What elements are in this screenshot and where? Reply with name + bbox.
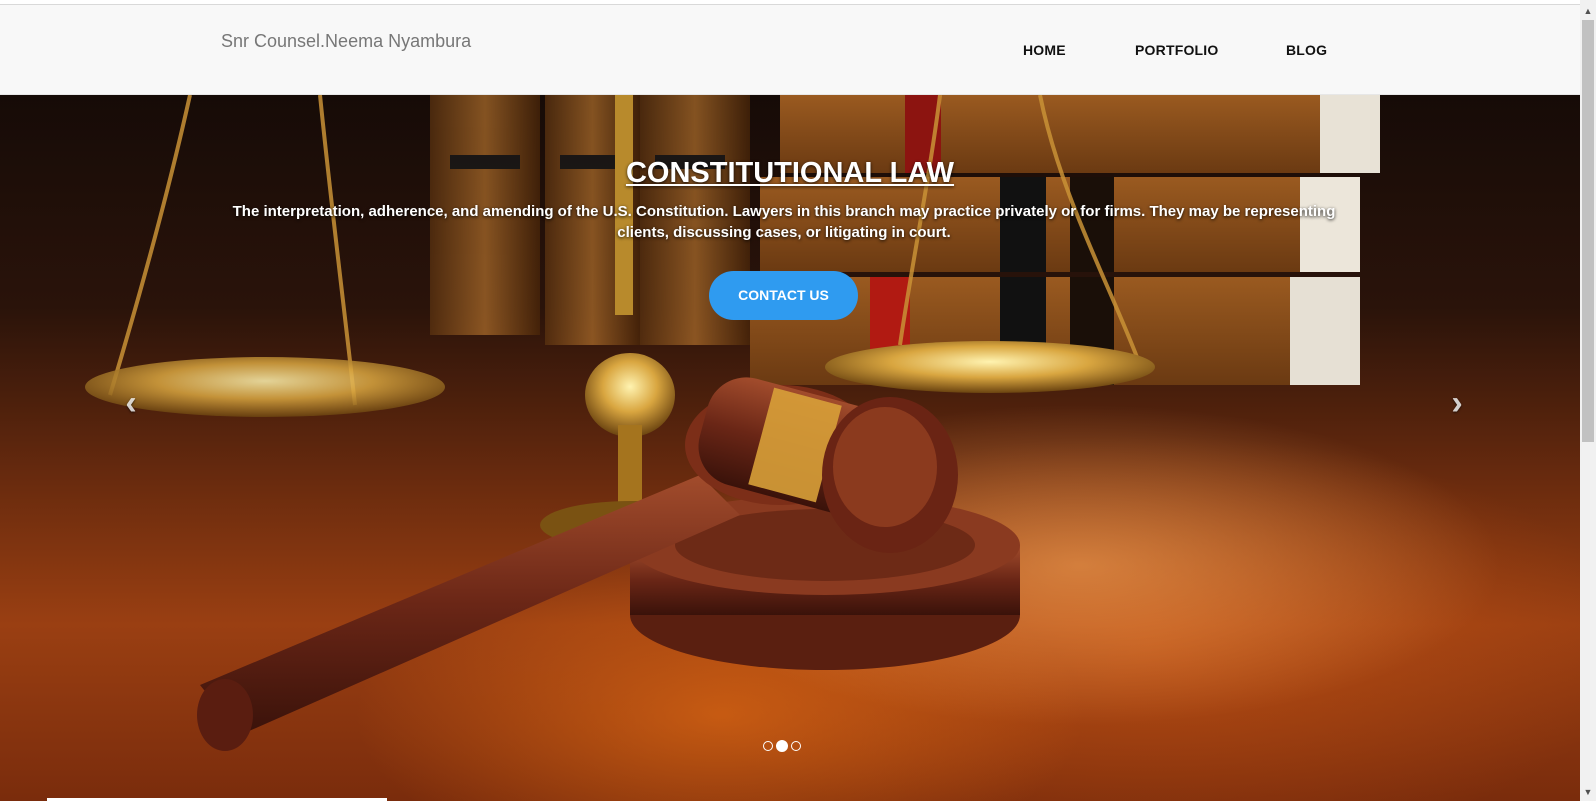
chevron-left-icon: ‹ [125, 384, 137, 422]
nav-home-link[interactable]: HOME [1023, 42, 1066, 58]
hero-carousel: CONSTITUTIONAL LAW The interpretation, a… [0, 95, 1580, 801]
vertical-scrollbar[interactable]: ▲ ▼ [1580, 0, 1596, 801]
carousel-indicator-1[interactable] [763, 741, 773, 751]
carousel-indicator-3[interactable] [791, 741, 801, 751]
slide-title: CONSTITUTIONAL LAW [625, 157, 955, 189]
page: Snr Counsel.Neema Nyambura HOME PORTFOLI… [0, 0, 1580, 801]
navbar: Snr Counsel.Neema Nyambura HOME PORTFOLI… [0, 5, 1580, 95]
nav-portfolio-link[interactable]: PORTFOLIO [1135, 42, 1218, 58]
carousel-indicator-2[interactable] [776, 740, 788, 752]
carousel-indicators [763, 740, 801, 752]
brand-link[interactable]: Snr Counsel.Neema Nyambura [221, 31, 471, 52]
scrollbar-thumb[interactable] [1582, 20, 1594, 442]
carousel-next-button[interactable]: › [1442, 385, 1472, 421]
chevron-right-icon: › [1451, 384, 1463, 422]
nav-blog-link[interactable]: BLOG [1286, 42, 1327, 58]
carousel-prev-button[interactable]: ‹ [116, 385, 146, 421]
slide-description: The interpretation, adherence, and amend… [232, 203, 1336, 241]
contact-us-button[interactable]: CONTACT US [709, 271, 858, 320]
scroll-up-arrow-icon[interactable]: ▲ [1580, 4, 1596, 18]
scroll-down-arrow-icon[interactable]: ▼ [1580, 785, 1596, 799]
